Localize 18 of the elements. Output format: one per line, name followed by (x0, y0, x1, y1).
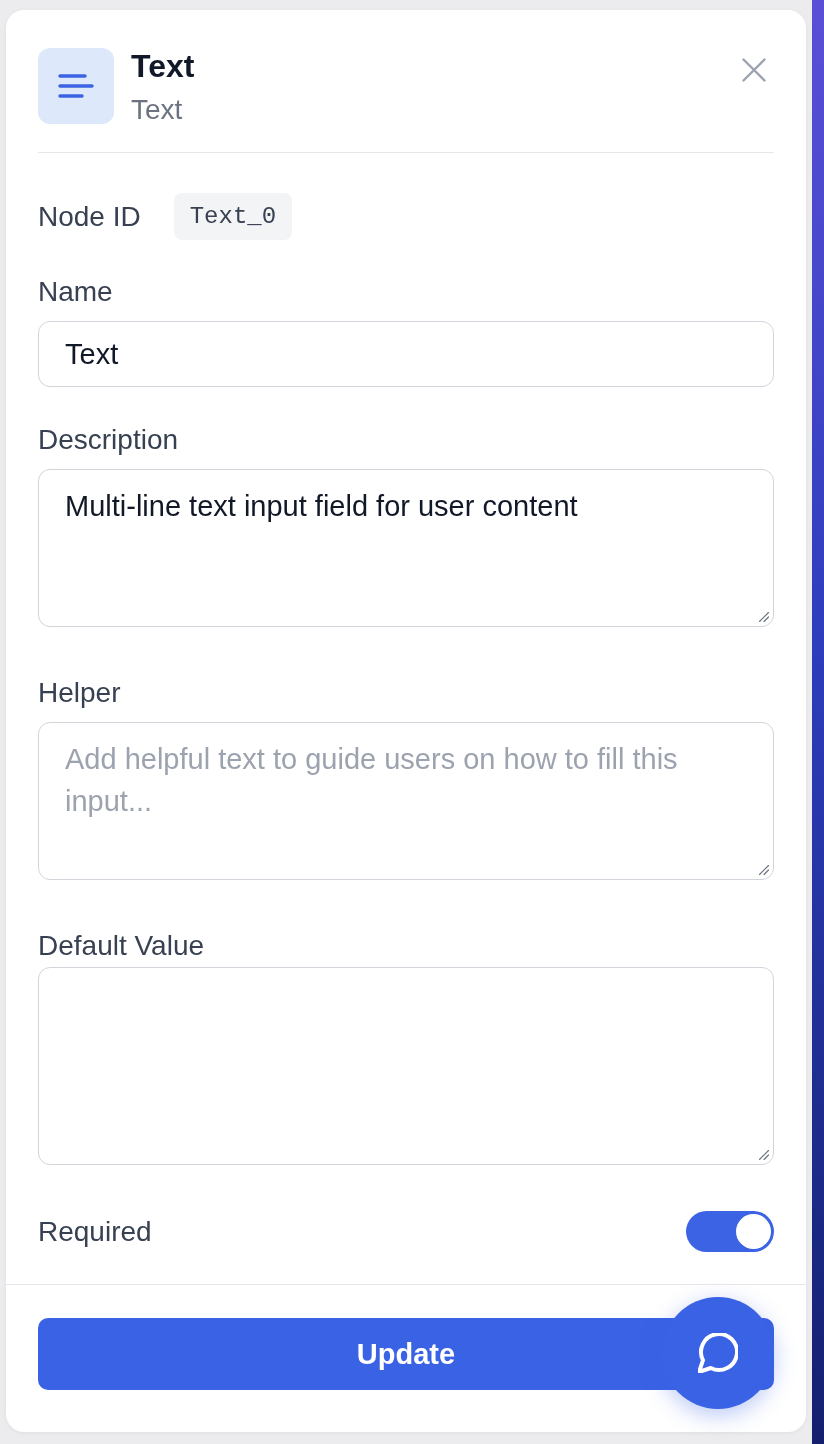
text-area[interactable]: Multi-line text input field for user content (38, 469, 774, 627)
node-id-tag: Text_0 (173, 193, 293, 240)
field-label: Required (38, 1214, 152, 1249)
field-label: Name (38, 275, 113, 309)
panel-subtitle: Text (131, 93, 183, 127)
field-label: Default Value (38, 929, 205, 963)
required-toggle[interactable] (686, 1211, 774, 1252)
resize-grip-icon (759, 612, 769, 622)
resize-grip-icon (759, 865, 769, 875)
field-label: Node ID (38, 199, 141, 234)
panel-title: Text (131, 48, 195, 84)
field-label: Description (38, 423, 179, 457)
field-label: Helper (38, 676, 121, 710)
chat-bubble-icon (698, 1333, 738, 1373)
text-field[interactable]: Text (38, 321, 774, 387)
close-icon (742, 58, 766, 82)
text-lines-icon (38, 48, 114, 124)
resize-grip-icon (759, 1150, 769, 1160)
